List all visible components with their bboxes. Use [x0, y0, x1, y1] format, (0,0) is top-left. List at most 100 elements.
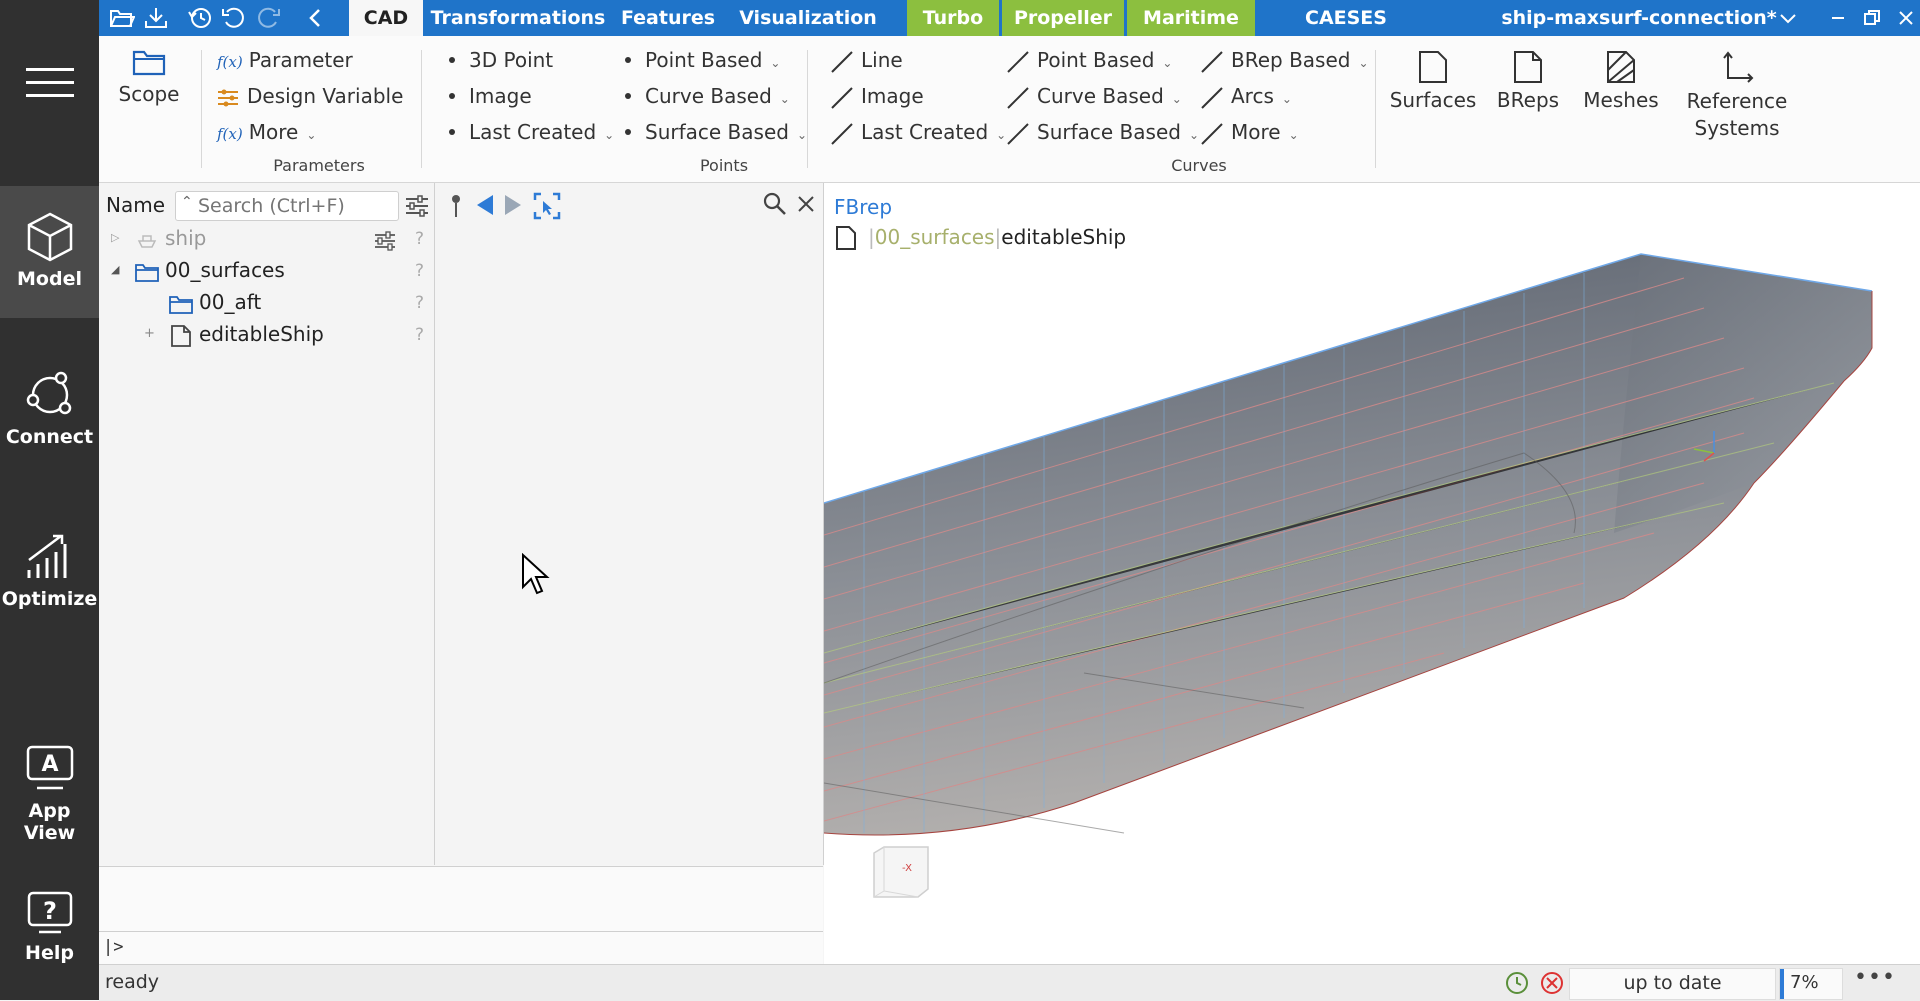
restore-icon[interactable] [1859, 6, 1885, 30]
chevron-down-icon: ⌄ [796, 128, 808, 142]
filter-settings-icon[interactable] [405, 195, 429, 217]
curve-based-point-button[interactable]: Curve Based ⌄ [625, 84, 790, 108]
axis-triad-icon [1693, 431, 1715, 462]
line-icon [1007, 86, 1029, 109]
expand-plus-icon[interactable]: + [144, 326, 155, 341]
console-input[interactable] [139, 935, 813, 961]
line-button[interactable]: Line [829, 48, 903, 75]
more-options-icon[interactable]: ••• [1854, 965, 1896, 990]
tab-cad[interactable]: CAD [349, 0, 423, 36]
progress-box: 7% [1779, 968, 1843, 1000]
tab-visualization[interactable]: Visualization [729, 0, 887, 36]
ship-hull-model [824, 253, 1873, 836]
forward-arrow-icon[interactable] [503, 193, 523, 217]
help-question-icon[interactable]: ? [415, 229, 424, 249]
tree-item-00-surfaces[interactable]: ◢ 00_surfaces ? [99, 257, 434, 287]
3d-viewport[interactable]: FBrep |00_surfaces|editableShip -X [824, 183, 1920, 964]
3d-point-button[interactable]: 3D Point [449, 48, 553, 72]
back-arrow-icon[interactable] [475, 193, 495, 217]
object-editor-panel [435, 183, 824, 865]
scope-button[interactable]: Scope [109, 48, 189, 106]
point-last-created-button[interactable]: Last Created ⌄ [449, 120, 614, 144]
close-icon[interactable] [797, 195, 815, 213]
stop-error-icon[interactable] [1539, 970, 1565, 996]
rail-label: Model [17, 268, 82, 290]
point-icon [625, 128, 631, 135]
save-icon[interactable] [143, 6, 169, 30]
parameters-more-button[interactable]: f(x) More ⌄ [217, 120, 316, 144]
search-box: ⌃ [175, 191, 399, 221]
tab-propeller[interactable]: Propeller [1002, 0, 1124, 36]
progress-text: 7% [1790, 972, 1819, 993]
select-in-tree-icon[interactable] [533, 192, 561, 220]
filter-settings-icon[interactable] [374, 231, 396, 251]
help-question-icon[interactable]: ? [415, 325, 424, 345]
navigation-cube[interactable]: -X [872, 845, 929, 898]
rail-item-optimize[interactable]: Optimize [0, 532, 99, 610]
parameter-button[interactable]: f(x) Parameter [217, 48, 353, 72]
pin-icon[interactable] [449, 193, 463, 219]
rail-item-help[interactable]: ? Help [0, 890, 99, 964]
surfaces-button[interactable]: Surfaces [1385, 50, 1481, 112]
ship-icon [137, 235, 157, 248]
tab-transformations[interactable]: Transformations [429, 0, 607, 36]
update-state-box: up to date [1569, 968, 1776, 1000]
rail-item-model[interactable]: Model [0, 186, 99, 318]
point-image-button[interactable]: Image [449, 84, 532, 108]
tab-maritime[interactable]: Maritime [1127, 0, 1255, 36]
point-based-curve-button[interactable]: Point Based ⌄ [1005, 48, 1172, 75]
tree-item-ship[interactable]: ▷ ship ? [99, 225, 434, 255]
separator [99, 931, 823, 932]
surface-based-curve-button[interactable]: Surface Based ⌄ [1005, 120, 1199, 147]
tree-item-editableship[interactable]: + editableShip ? [99, 321, 434, 351]
point-based-point-button[interactable]: Point Based ⌄ [625, 48, 780, 72]
arcs-button[interactable]: Arcs ⌄ [1199, 84, 1292, 111]
curves-more-button[interactable]: More ⌄ [1199, 120, 1299, 147]
rail-item-app-view[interactable]: A App View [0, 744, 99, 844]
meshes-button[interactable]: Meshes [1577, 50, 1665, 112]
curve-last-created-button[interactable]: Last Created ⌄ [829, 120, 1006, 147]
reference-systems-button[interactable]: Reference Systems [1673, 50, 1801, 142]
line-icon [1007, 122, 1029, 145]
model-tree-panel: Name ⌃ ▷ ship ? ◢ 00_surfaces ? 00_aft ?… [99, 183, 435, 865]
chevron-up-icon[interactable]: ⌃ [181, 194, 193, 210]
help-question-icon[interactable]: ? [415, 293, 424, 313]
point-icon [449, 56, 455, 63]
chevron-down-icon: ⌄ [1288, 128, 1299, 142]
curve-image-button[interactable]: Image [829, 84, 924, 111]
close-window-icon[interactable] [1893, 6, 1919, 30]
chevron-down-icon: ⌄ [770, 56, 781, 70]
connect-icon [26, 371, 71, 415]
chevron-down-icon[interactable] [1775, 7, 1801, 31]
collapse-arrow-icon[interactable]: ◢ [111, 263, 119, 276]
point-icon [449, 128, 455, 135]
minimize-icon[interactable] [1825, 6, 1851, 30]
group-label-points: Points [699, 156, 749, 175]
surface-based-point-button[interactable]: Surface Based ⌄ [625, 120, 807, 144]
tab-features[interactable]: Features [613, 0, 723, 36]
breps-button[interactable]: BReps [1489, 50, 1567, 112]
line-icon [831, 50, 853, 73]
help-question-icon[interactable]: ? [415, 261, 424, 281]
chevron-down-icon: ⌄ [1358, 56, 1369, 70]
history-clock-icon[interactable] [1503, 970, 1529, 996]
hamburger-menu-icon[interactable] [0, 66, 99, 122]
search-icon[interactable] [762, 191, 788, 217]
expand-arrow-icon[interactable]: ▷ [111, 231, 119, 244]
open-folder-icon[interactable] [109, 6, 135, 30]
line-icon [831, 122, 853, 145]
history-icon[interactable] [187, 6, 213, 30]
redo-icon[interactable] [255, 6, 281, 30]
design-variable-button[interactable]: Design Variable [217, 84, 403, 108]
curve-based-curve-button[interactable]: Curve Based ⌄ [1005, 84, 1182, 111]
tree-item-label: editableShip [199, 322, 324, 346]
search-input[interactable] [196, 194, 395, 218]
undo-icon[interactable] [221, 6, 247, 30]
tree-item-00-aft[interactable]: 00_aft ? [99, 289, 434, 319]
tab-caeses[interactable]: CAESES [1281, 0, 1411, 36]
back-chevron-icon[interactable] [303, 6, 329, 30]
tab-turbo[interactable]: Turbo [907, 0, 999, 36]
rail-item-connect[interactable]: Connect [0, 370, 99, 448]
separator [421, 50, 422, 168]
brep-based-curve-button[interactable]: BRep Based ⌄ [1199, 48, 1369, 75]
